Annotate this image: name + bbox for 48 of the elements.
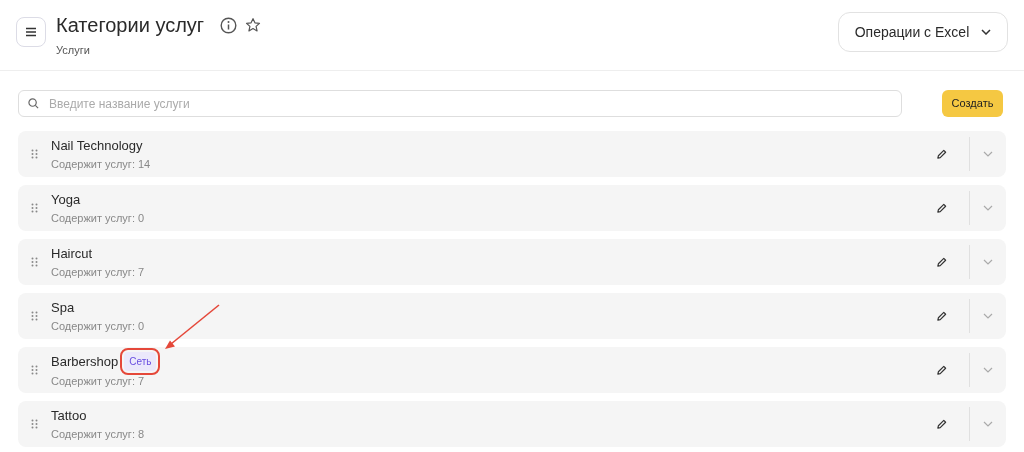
pencil-icon[interactable]	[936, 364, 947, 376]
chevron-down-icon[interactable]	[983, 151, 993, 157]
pencil-icon[interactable]	[936, 256, 947, 268]
drag-handle-icon[interactable]	[31, 365, 38, 375]
service-count: Содержит услуг: 7	[51, 374, 146, 388]
chevron-down-icon[interactable]	[983, 259, 993, 265]
star-icon[interactable]	[245, 17, 262, 33]
search-icon	[28, 98, 39, 109]
drag-handle-icon[interactable]	[31, 203, 38, 213]
chevron-down-icon[interactable]	[983, 313, 993, 319]
excel-operations-button[interactable]: Операции с Excel	[838, 12, 1008, 52]
create-button[interactable]: Создать	[942, 90, 1003, 117]
annotation-arrow	[163, 303, 221, 351]
category-name: Yoga	[51, 191, 81, 208]
page-subtitle: Услуги	[56, 43, 91, 58]
menu-button[interactable]	[16, 17, 46, 47]
drag-handle-icon[interactable]	[31, 257, 38, 267]
category-name: Barbershop	[51, 353, 119, 370]
category-name: Haircut	[51, 245, 93, 262]
search-field[interactable]: Введите название услуги	[18, 90, 902, 117]
pencil-icon[interactable]	[936, 202, 947, 214]
service-count: Содержит услуг: 14	[51, 156, 152, 171]
category-name: Nail Technology	[51, 137, 143, 154]
chevron-down-icon	[981, 29, 992, 35]
drag-handle-icon[interactable]	[31, 149, 38, 159]
chevron-down-icon[interactable]	[983, 205, 993, 211]
service-count: Содержит услуг: 0	[51, 318, 146, 333]
category-row[interactable]: Haircut Содержит услуг: 7	[18, 239, 1006, 285]
pencil-icon[interactable]	[936, 310, 947, 322]
chevron-down-icon[interactable]	[983, 421, 993, 427]
pencil-icon[interactable]	[936, 148, 947, 160]
drag-handle-icon[interactable]	[31, 419, 38, 429]
service-count: Содержит услуг: 7	[51, 264, 146, 279]
service-count: Содержит услуг: 8	[51, 426, 146, 441]
category-row[interactable]: Yoga Содержит услуг: 0	[18, 185, 1006, 231]
info-icon[interactable]	[220, 16, 238, 34]
drag-handle-icon[interactable]	[31, 311, 38, 321]
page-title: Категории услуг	[56, 13, 205, 38]
menu-icon	[25, 27, 37, 37]
category-row[interactable]: Barbershop Сеть Содержит услуг: 7	[18, 347, 1006, 393]
chevron-down-icon[interactable]	[983, 367, 993, 373]
category-row[interactable]: Tattoo Содержит услуг: 8	[18, 401, 1006, 447]
pencil-icon[interactable]	[936, 418, 947, 430]
category-row[interactable]: Nail Technology Содержит услуг: 14	[18, 131, 1006, 177]
service-count: Содержит услуг: 0	[51, 210, 146, 225]
category-name: Spa	[51, 299, 75, 316]
category-row[interactable]: Spa Содержит услуг: 0	[18, 293, 1006, 339]
category-name: Tattoo	[51, 407, 87, 424]
